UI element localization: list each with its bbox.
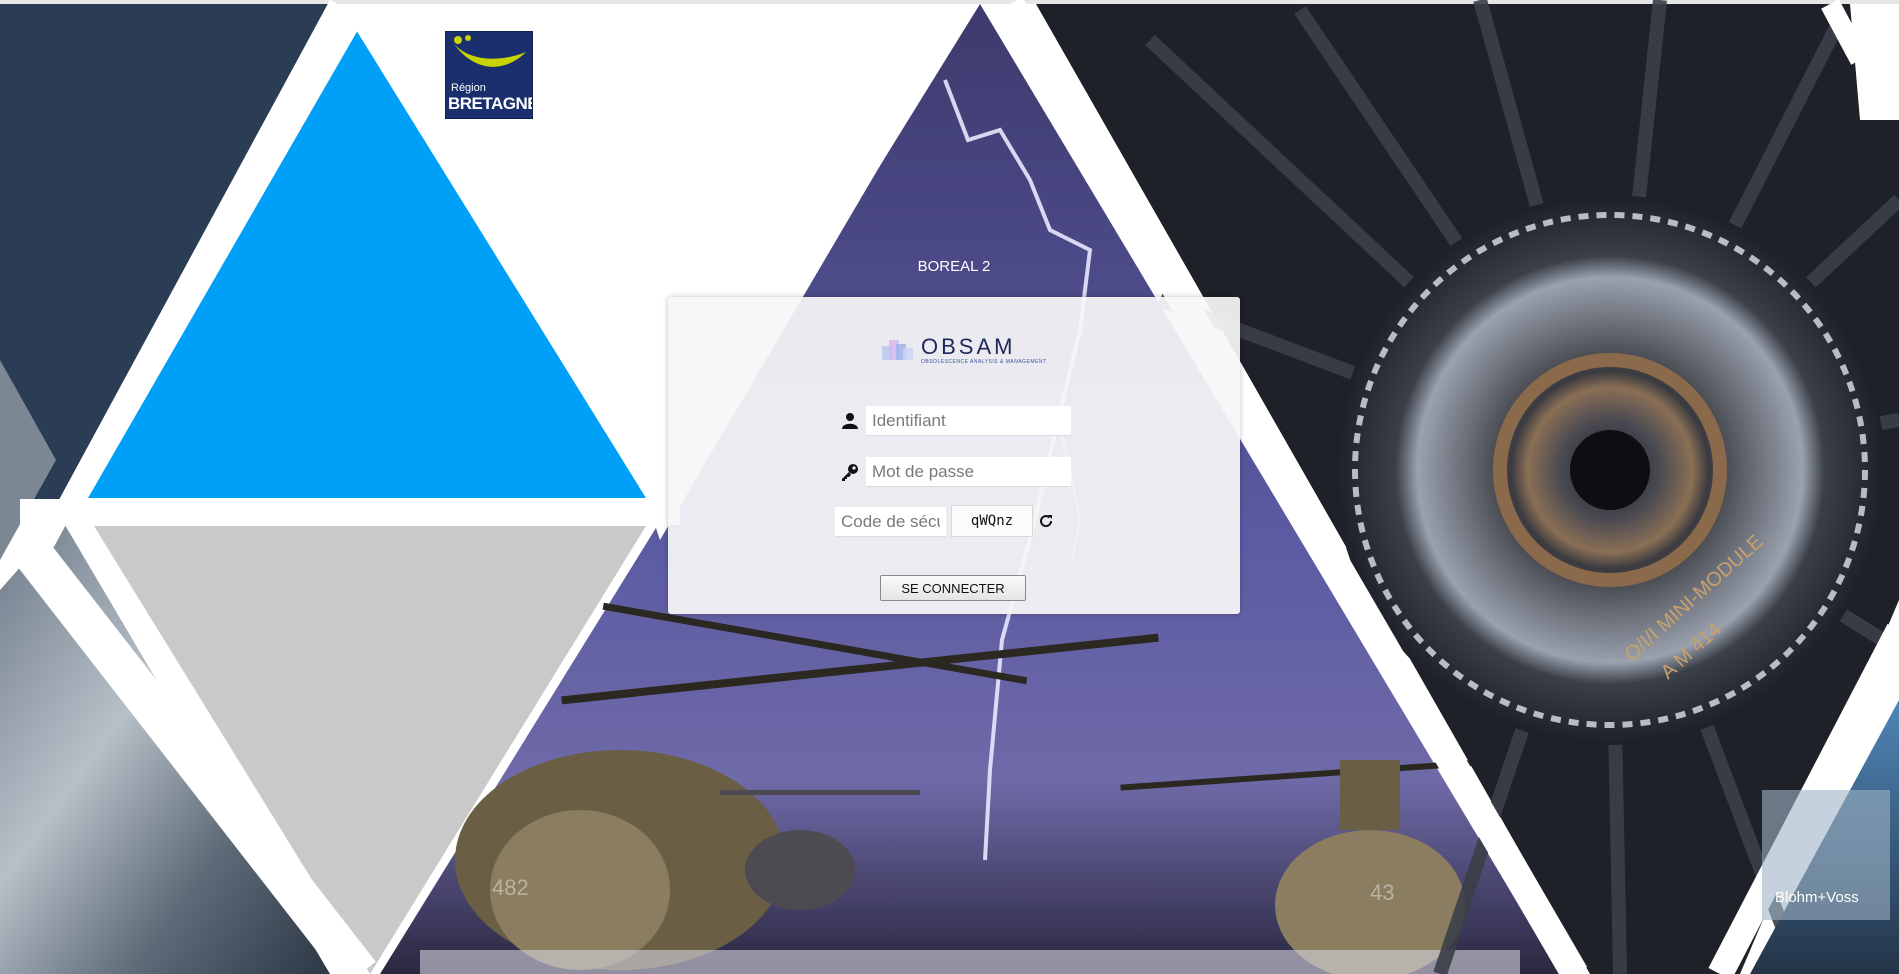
- captcha-image: qWQnz: [951, 505, 1033, 537]
- login-button[interactable]: SE CONNECTER: [880, 575, 1026, 601]
- password-row: [841, 456, 1071, 488]
- password-input[interactable]: [866, 457, 1071, 487]
- tarmac: [420, 950, 1520, 974]
- refresh-icon[interactable]: [1038, 513, 1054, 529]
- brand-tagline: OBSOLESCENCE ANALYSIS & MANAGEMENT: [921, 359, 1047, 365]
- login-page: Blohm+Voss O/I/I MINI-MODULE A M 414 482…: [0, 0, 1899, 974]
- security-code-input[interactable]: [835, 507, 946, 537]
- obsam-logo: OBSAM OBSOLESCENCE ANALYSIS & MANAGEMENT: [882, 334, 1046, 368]
- region-name-text: BRETAGNE: [448, 94, 533, 113]
- obsam-mark-icon: [882, 340, 913, 360]
- user-icon: [842, 413, 858, 429]
- username-row: [841, 405, 1071, 437]
- shipyard-label: Blohm+Voss: [1775, 889, 1859, 906]
- bretagne-emblem-icon: [454, 35, 526, 67]
- login-panel: OBSAM OBSOLESCENCE ANALYSIS & MANAGEMENT…: [668, 297, 1240, 614]
- app-title: BOREAL 2: [917, 258, 991, 275]
- helicopter-number-2: 43: [1370, 880, 1394, 905]
- engine-hub: [1570, 430, 1650, 510]
- brand-name: OBSAM: [921, 334, 1016, 359]
- helicopter-number-1: 482: [492, 875, 529, 900]
- region-text: Région: [451, 82, 486, 94]
- key-icon: [842, 464, 858, 481]
- region-bretagne-logo: Région BRETAGNE: [445, 31, 533, 119]
- username-input[interactable]: [866, 406, 1071, 436]
